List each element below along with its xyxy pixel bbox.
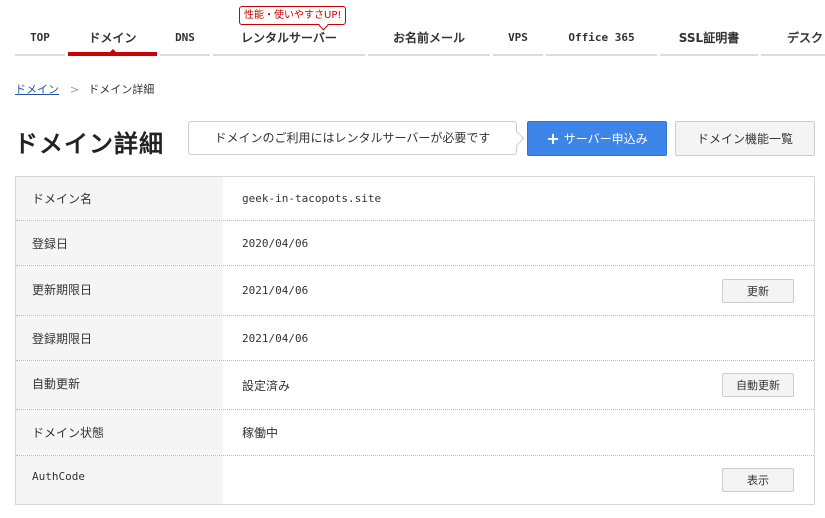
page-title: ドメイン詳細	[14, 130, 164, 158]
server-apply-button[interactable]: + サーバー申込み	[527, 121, 667, 156]
nav-item-onamae-mail[interactable]: お名前メール	[368, 30, 490, 56]
row-label: 自動更新	[16, 361, 223, 409]
nav-item-top[interactable]: TOP	[15, 30, 65, 56]
row-domain-status: ドメイン状態 稼働中	[16, 410, 814, 456]
top-nav: 性能・使いやすさUP! TOP ドメイン DNS レンタルサーバー お名前メール…	[0, 0, 825, 56]
row-label: 登録期限日	[16, 316, 223, 360]
nav-item-ssl[interactable]: SSL証明書	[660, 30, 758, 56]
server-apply-label: サーバー申込み	[563, 132, 648, 146]
breadcrumb-separator-icon: >	[70, 83, 80, 96]
nav-item-rental-server[interactable]: レンタルサーバー	[213, 30, 365, 56]
row-label: 更新期限日	[16, 266, 223, 315]
breadcrumb-current: ドメイン詳細	[88, 83, 155, 96]
nav-item-desk[interactable]: デスク	[761, 30, 825, 56]
registration-date-value: 2020/04/06	[242, 236, 309, 250]
row-renewal-deadline: 更新期限日 2021/04/06 更新	[16, 266, 814, 316]
row-registration-expiry: 登録期限日 2021/04/06	[16, 316, 814, 361]
row-label: ドメイン状態	[16, 410, 223, 455]
row-label: ドメイン名	[16, 177, 223, 220]
row-label: AuthCode	[16, 456, 223, 504]
domain-detail-table: ドメイン名 geek-in-tacopots.site 登録日 2020/04/…	[15, 176, 815, 505]
row-registration-date: 登録日 2020/04/06	[16, 221, 814, 266]
row-authcode: AuthCode 表示	[16, 456, 814, 504]
breadcrumb: ドメイン > ドメイン詳細	[15, 81, 154, 97]
show-authcode-button[interactable]: 表示	[722, 468, 794, 492]
nav-new-badge: 性能・使いやすさUP!	[239, 6, 347, 25]
row-label: 登録日	[16, 221, 223, 265]
renew-button[interactable]: 更新	[722, 279, 794, 303]
nav-item-vps[interactable]: VPS	[493, 30, 543, 56]
domain-features-button[interactable]: ドメイン機能一覧	[675, 121, 815, 156]
registration-expiry-value: 2021/04/06	[242, 331, 309, 345]
nav-item-office365[interactable]: Office 365	[546, 30, 657, 56]
row-auto-renew: 自動更新 設定済み 自動更新	[16, 361, 814, 410]
domain-name-value: geek-in-tacopots.site	[242, 192, 382, 205]
nav-item-domain[interactable]: ドメイン	[68, 30, 157, 56]
plus-icon: +	[546, 128, 560, 148]
row-domain-name: ドメイン名 geek-in-tacopots.site	[16, 177, 814, 221]
breadcrumb-parent-link[interactable]: ドメイン	[15, 83, 59, 96]
domain-status-value: 稼働中	[242, 426, 279, 440]
auto-renew-button[interactable]: 自動更新	[722, 373, 794, 397]
nav-item-dns[interactable]: DNS	[160, 30, 210, 56]
server-required-notice: ドメインのご利用にはレンタルサーバーが必要です	[188, 121, 517, 155]
